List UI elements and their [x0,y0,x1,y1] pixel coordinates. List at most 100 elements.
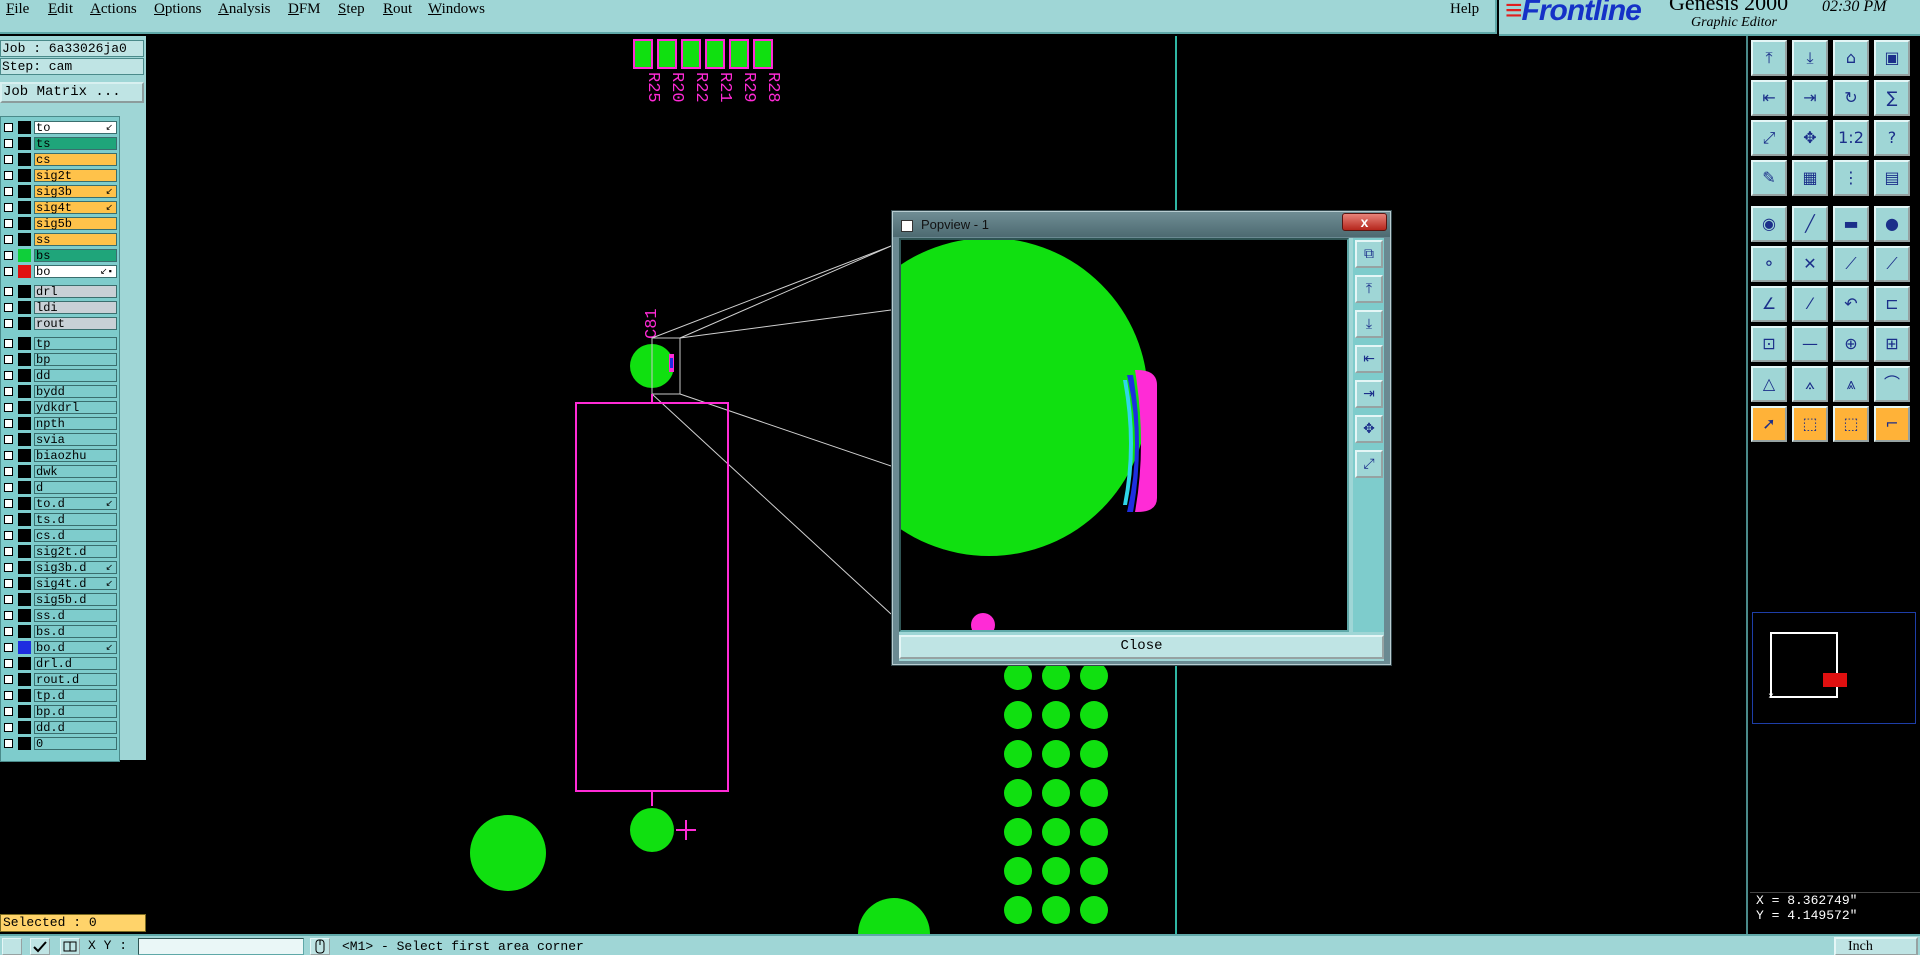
layer-color-swatch[interactable] [18,689,31,702]
layer-name[interactable]: bydd [34,385,117,398]
layer-color-swatch[interactable] [18,217,31,230]
layer-color-swatch[interactable] [18,737,31,750]
layer-color-swatch[interactable] [18,561,31,574]
layer-name[interactable]: ts.d [34,513,117,526]
pv-center-icon[interactable]: ⤢ [1355,450,1383,478]
layer-name[interactable]: ldi [34,301,117,314]
layer-color-swatch[interactable] [18,625,31,638]
arc-icon[interactable]: ↶ [1833,286,1869,322]
layer-row[interactable]: cs [1,153,119,166]
layer-color-swatch[interactable] [18,401,31,414]
grid-button[interactable] [60,938,80,955]
layer-name[interactable]: rout.d [34,673,117,686]
menu-rout[interactable]: Rout [383,0,412,20]
layer-checkbox[interactable] [4,339,13,348]
layer-color-swatch[interactable] [18,481,31,494]
layer-row[interactable]: ss.d [1,609,119,622]
layer-row[interactable]: tp [1,337,119,350]
layer-name[interactable]: biaozhu [34,449,117,462]
pv-down-icon[interactable]: ⤓ [1355,310,1383,338]
layer-checkbox[interactable] [4,499,13,508]
layer-checkbox[interactable] [4,627,13,636]
layer-color-swatch[interactable] [18,185,31,198]
layer-color-swatch[interactable] [18,201,31,214]
pan-right-icon[interactable]: ⇥ [1792,80,1828,116]
layer-name[interactable]: drl [34,285,117,298]
layer-color-swatch[interactable] [18,285,31,298]
menu-step[interactable]: Step [338,0,365,20]
display-icon[interactable]: ▤ [1874,160,1910,196]
layer-row[interactable]: rout [1,317,119,330]
layer-row[interactable]: 0 [1,737,119,750]
layer-color-swatch[interactable] [18,593,31,606]
layer-color-swatch[interactable] [18,153,31,166]
connect-icon[interactable]: ⟋ [1833,246,1869,282]
layer-name[interactable]: cs.d [34,529,117,542]
corner-icon[interactable]: ⌐ [1874,406,1910,442]
layer-checkbox[interactable] [4,547,13,556]
layer-row[interactable]: bp.d [1,705,119,718]
layer-row[interactable]: to.d ↙ [1,497,119,510]
layer-row[interactable]: sig2t.d [1,545,119,558]
layer-row[interactable]: sig5b.d [1,593,119,606]
check-icon[interactable] [30,938,50,955]
layer-color-swatch[interactable] [18,705,31,718]
layer-row[interactable]: ydkdrl [1,401,119,414]
layer-checkbox[interactable] [4,419,13,428]
triangle-icon[interactable]: △ [1751,366,1787,402]
zoom-fit-icon[interactable]: ⤢ [1751,120,1787,156]
layer-name[interactable]: cs [34,153,117,166]
pad-icon[interactable]: ◉ [1751,206,1787,242]
layer-color-swatch[interactable] [18,465,31,478]
layer-color-swatch[interactable] [18,641,31,654]
line-icon[interactable]: ╱ [1792,206,1828,242]
layer-name[interactable]: dwk [34,465,117,478]
menu-dfm[interactable]: DFM [288,0,321,20]
pan-left-icon[interactable]: ⇤ [1751,80,1787,116]
layer-checkbox[interactable] [4,171,13,180]
layer-checkbox[interactable] [4,203,13,212]
layer-checkbox[interactable] [4,483,13,492]
layer-row[interactable]: bp [1,353,119,366]
layer-checkbox[interactable] [4,707,13,716]
layer-color-swatch[interactable] [18,301,31,314]
layer-name[interactable]: rout [34,317,117,330]
layer-row[interactable]: ldi [1,301,119,314]
popview-titlebar[interactable]: Popview - 1 x [893,212,1390,237]
mountain-icon[interactable]: ⩓ [1833,366,1869,402]
layer-checkbox[interactable] [4,303,13,312]
layer-checkbox[interactable] [4,723,13,732]
layer-name[interactable]: bp [34,353,117,366]
layer-checkbox[interactable] [4,659,13,668]
layer-name[interactable]: svia [34,433,117,446]
layer-name[interactable]: d [34,481,117,494]
layer-color-swatch[interactable] [18,657,31,670]
layer-color-swatch[interactable] [18,577,31,590]
unit-selector[interactable]: Inch [1834,937,1918,955]
layer-name[interactable]: sig2t.d [34,545,117,558]
layer-checkbox[interactable] [4,387,13,396]
layer-checkbox[interactable] [4,139,13,148]
layer-toggle-icon[interactable]: ⋮ [1833,160,1869,196]
layer-checkbox[interactable] [4,355,13,364]
layer-color-swatch[interactable] [18,369,31,382]
layer-checkbox[interactable] [4,467,13,476]
grid-icon[interactable]: ▦ [1792,160,1828,196]
zoom-in-icon[interactable]: ⤓ [1792,40,1828,76]
layer-color-swatch[interactable] [18,545,31,558]
layer-name[interactable]: sig4t ↙ [34,201,117,214]
layer-row[interactable]: d [1,481,119,494]
menu-actions[interactable]: Actions [90,0,137,20]
window-close-button[interactable]: x [1342,213,1387,231]
menu-file[interactable]: File [6,0,29,20]
layer-color-swatch[interactable] [18,317,31,330]
layer-row[interactable]: ts [1,137,119,150]
layer-row[interactable]: bo.d ↙ [1,641,119,654]
home-icon[interactable]: ⌂ [1833,40,1869,76]
fit-window-icon[interactable]: ▣ [1874,40,1910,76]
layer-row[interactable]: sig4t.d ↙ [1,577,119,590]
layer-checkbox[interactable] [4,563,13,572]
layer-color-swatch[interactable] [18,121,31,134]
select-box-icon[interactable]: ⬚ [1792,406,1828,442]
layer-name[interactable]: 0 [34,737,117,750]
